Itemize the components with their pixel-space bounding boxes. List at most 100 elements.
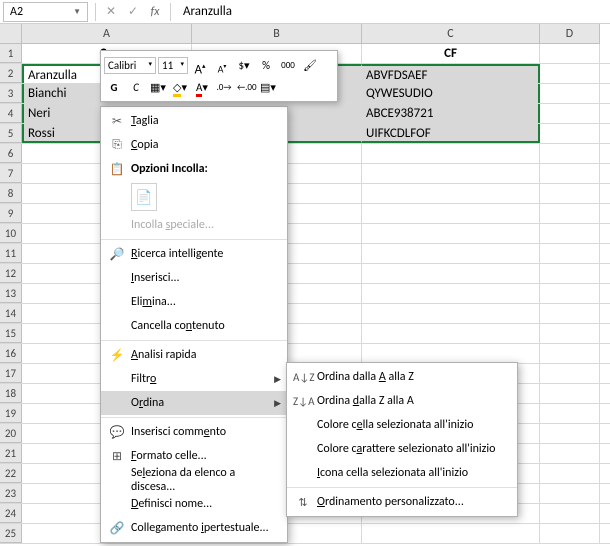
menu-cut[interactable]: ✂Taglia: [101, 109, 287, 133]
cell[interactable]: [540, 504, 600, 523]
size-selector[interactable]: 11▾: [158, 57, 188, 74]
submenu-font-color-top[interactable]: Colore carattere selezionato all'inizio: [287, 437, 517, 461]
decrease-font-icon[interactable]: A▾: [212, 55, 232, 75]
row-header[interactable]: 18: [0, 384, 22, 403]
cell[interactable]: [540, 484, 600, 503]
cell[interactable]: [540, 204, 600, 223]
menu-sort[interactable]: Ordina▶: [101, 391, 287, 415]
cell[interactable]: [362, 524, 540, 543]
cell[interactable]: ABVFDSAEF: [362, 64, 540, 83]
row-header[interactable]: 10: [0, 224, 22, 243]
submenu-sort-az[interactable]: A↓ZOrdina dalla A alla Z: [287, 365, 517, 389]
cell[interactable]: [540, 444, 600, 463]
menu-hyperlink[interactable]: 🔗Collegamento ipertestuale...: [101, 516, 287, 540]
col-header-b[interactable]: B: [192, 24, 362, 44]
row-header[interactable]: 19: [0, 404, 22, 423]
cell[interactable]: [362, 304, 540, 323]
row-header[interactable]: 2: [0, 64, 22, 83]
bold-button[interactable]: G: [104, 77, 124, 97]
submenu-cell-color-top[interactable]: Colore cella selezionata all'inizio: [287, 413, 517, 437]
italic-button[interactable]: C: [126, 77, 146, 97]
menu-filter[interactable]: Filtro▶: [101, 367, 287, 391]
cell[interactable]: [362, 324, 540, 343]
comma-format-icon[interactable]: 000: [278, 55, 298, 75]
cell[interactable]: [362, 344, 540, 363]
cell[interactable]: [540, 84, 600, 103]
submenu-icon-top[interactable]: Icona cella selezionata all'inizio: [287, 461, 517, 485]
row-header[interactable]: 25: [0, 524, 22, 543]
row-header[interactable]: 13: [0, 284, 22, 303]
submenu-sort-za[interactable]: Z↓AOrdina dalla Z alla A: [287, 389, 517, 413]
col-header-d[interactable]: D: [540, 24, 600, 44]
row-header[interactable]: 7: [0, 164, 22, 183]
menu-define-name[interactable]: Definisci nome...: [101, 492, 287, 516]
row-header[interactable]: 23: [0, 484, 22, 503]
row-header[interactable]: 5: [0, 124, 22, 143]
fx-icon[interactable]: fx: [144, 5, 166, 19]
row-header[interactable]: 14: [0, 304, 22, 323]
paste-option-icon[interactable]: 📄: [131, 183, 157, 211]
menu-format-cells[interactable]: ⊞Formato celle...: [101, 444, 287, 468]
col-header-a[interactable]: A: [22, 24, 192, 44]
cell[interactable]: [540, 184, 600, 203]
percent-format-icon[interactable]: %: [256, 55, 276, 75]
col-header-c[interactable]: C: [362, 24, 540, 44]
row-header[interactable]: 24: [0, 504, 22, 523]
cell[interactable]: [540, 524, 600, 543]
cell[interactable]: [540, 364, 600, 383]
cell[interactable]: [362, 244, 540, 263]
increase-decimal-icon[interactable]: ←.00: [236, 77, 256, 97]
border-icon[interactable]: ▦▾: [148, 77, 168, 97]
decrease-decimal-icon[interactable]: .0→: [214, 77, 234, 97]
cell[interactable]: [540, 64, 600, 83]
row-header[interactable]: 1: [0, 44, 22, 63]
row-header[interactable]: 11: [0, 244, 22, 263]
menu-pick-from-list[interactable]: Seleziona da elenco a discesa...: [101, 468, 287, 492]
merge-center-icon[interactable]: ▤▾: [258, 77, 278, 97]
cell[interactable]: [540, 264, 600, 283]
cell[interactable]: [362, 204, 540, 223]
menu-copy[interactable]: ⎘Copia: [101, 133, 287, 157]
row-header[interactable]: 6: [0, 144, 22, 163]
cell[interactable]: [540, 464, 600, 483]
font-selector[interactable]: Calibri▾: [104, 57, 156, 74]
cell[interactable]: [540, 244, 600, 263]
row-header[interactable]: 22: [0, 464, 22, 483]
row-header[interactable]: 20: [0, 424, 22, 443]
cell[interactable]: CF: [362, 44, 540, 63]
cell[interactable]: [362, 284, 540, 303]
name-box[interactable]: A2 ▼: [3, 2, 88, 22]
select-all-corner[interactable]: [0, 24, 22, 44]
submenu-custom-sort[interactable]: ⇅Ordinamento personalizzato...: [287, 490, 517, 514]
cell[interactable]: [540, 224, 600, 243]
formula-value[interactable]: Aranzulla: [175, 4, 232, 19]
cell[interactable]: [540, 404, 600, 423]
format-painter-icon[interactable]: 🖌: [300, 55, 320, 75]
cell[interactable]: [362, 264, 540, 283]
row-header[interactable]: 16: [0, 344, 22, 363]
row-header[interactable]: 21: [0, 444, 22, 463]
font-color-icon[interactable]: A▾: [192, 77, 212, 97]
cell[interactable]: [540, 104, 600, 123]
cell[interactable]: [540, 164, 600, 183]
menu-insert[interactable]: Inserisci...: [101, 266, 287, 290]
row-header[interactable]: 9: [0, 204, 22, 223]
accounting-format-icon[interactable]: $▾: [234, 55, 254, 75]
cell[interactable]: ABCE938721: [362, 104, 540, 123]
cell[interactable]: [362, 144, 540, 163]
cell[interactable]: [540, 124, 600, 143]
cell[interactable]: [540, 144, 600, 163]
cell[interactable]: [540, 324, 600, 343]
menu-smart-lookup[interactable]: 🔎Ricerca intelligente: [101, 242, 287, 266]
cell[interactable]: [540, 284, 600, 303]
confirm-icon[interactable]: ✓: [122, 4, 144, 19]
row-header[interactable]: 3: [0, 84, 22, 103]
row-header[interactable]: 4: [0, 104, 22, 123]
cell[interactable]: [540, 304, 600, 323]
row-header[interactable]: 15: [0, 324, 22, 343]
increase-font-icon[interactable]: A▴: [190, 55, 210, 75]
cell[interactable]: [362, 224, 540, 243]
cell[interactable]: [362, 184, 540, 203]
row-header[interactable]: 8: [0, 184, 22, 203]
cell[interactable]: [540, 424, 600, 443]
